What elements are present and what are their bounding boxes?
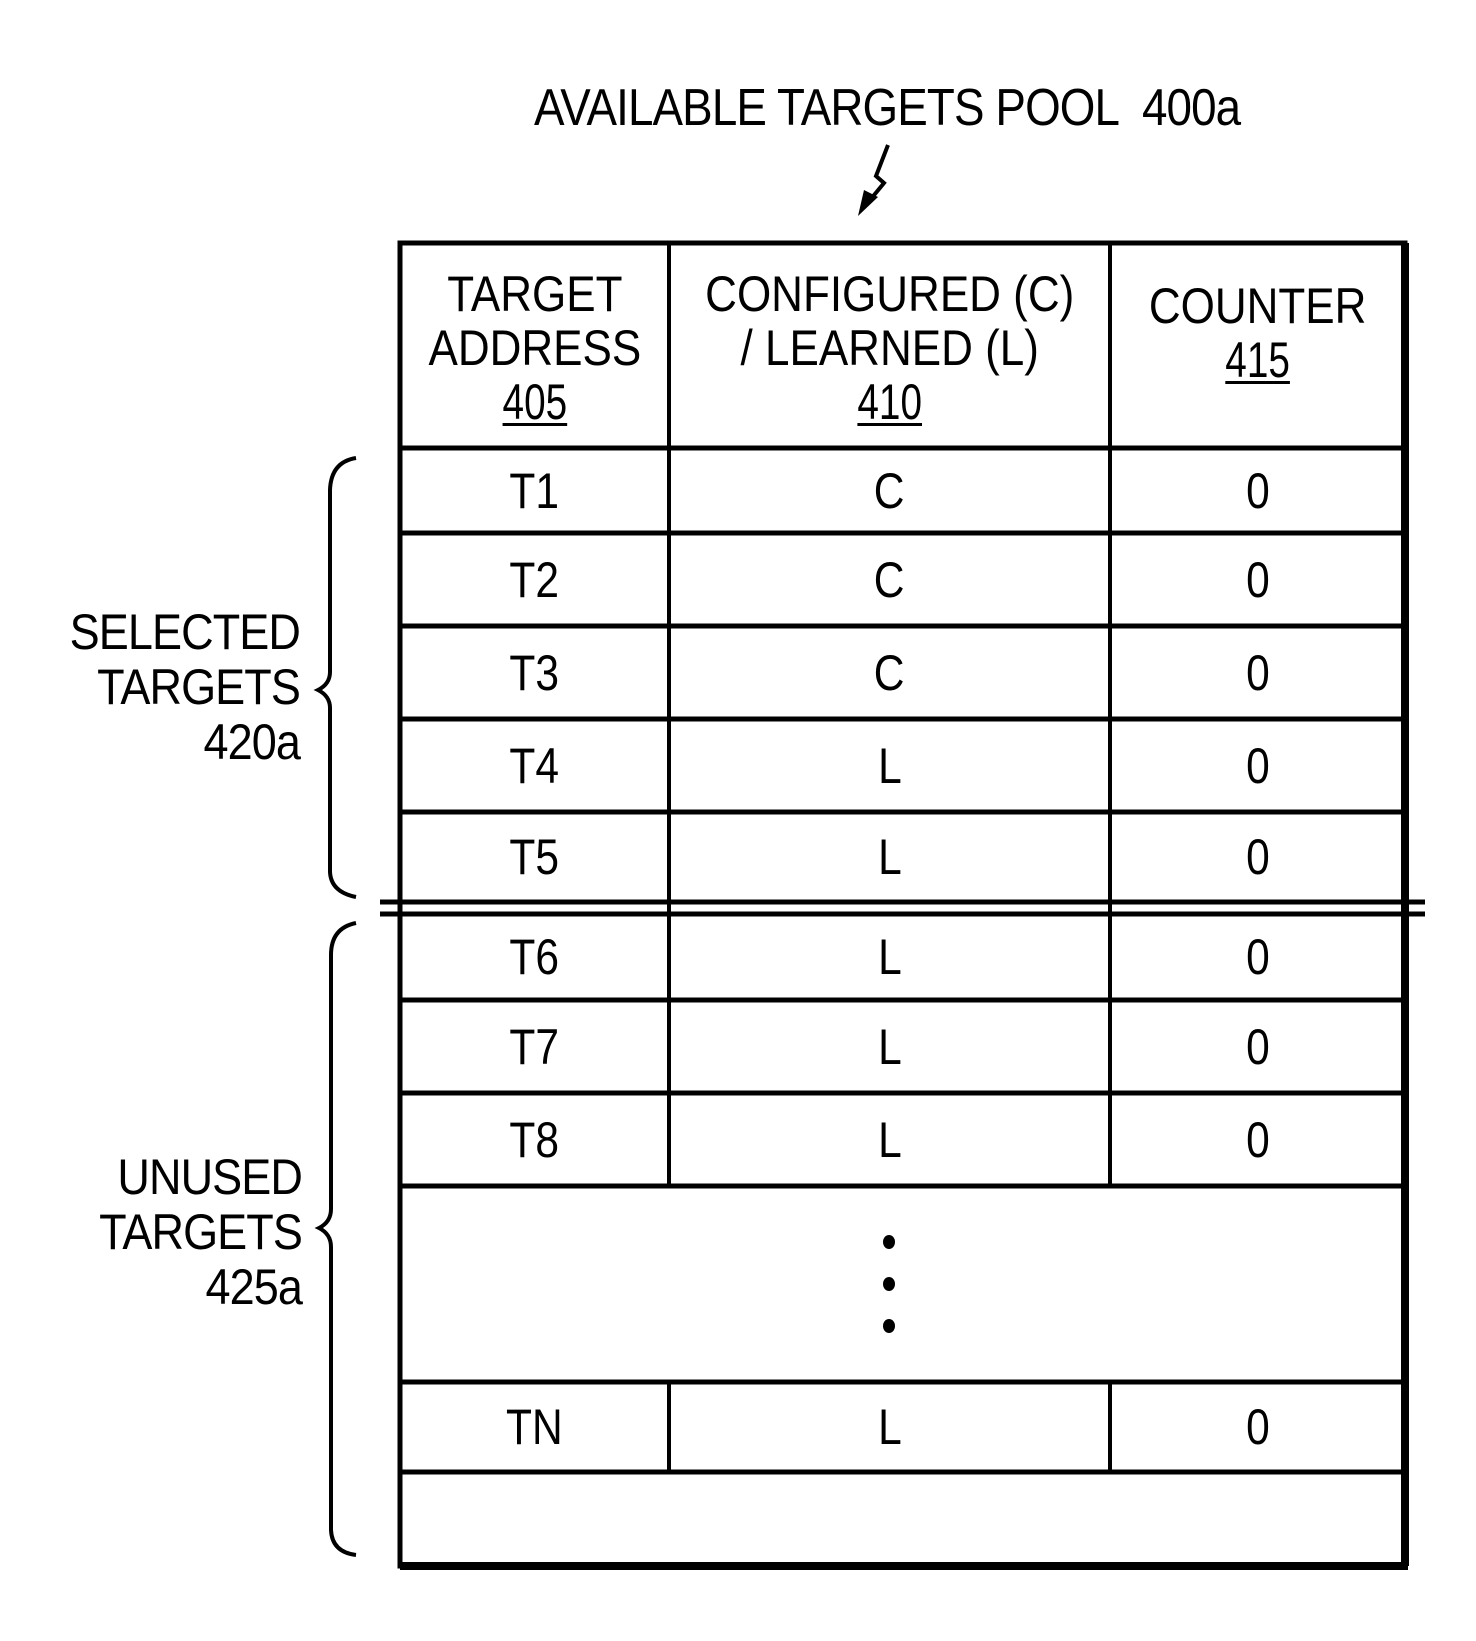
cell-counter: 0 [1110,1382,1405,1472]
group-line: SELECTED [69,604,301,660]
ellipsis-dot [883,1319,895,1333]
header-line: ADDRESS [428,320,641,376]
cell-value: 0 [1245,644,1270,701]
header-line: CONFIGURED (C) [704,266,1075,322]
cell-value: 0 [1245,551,1270,608]
cell-type: L [669,1000,1110,1093]
selected-targets-label: SELECTED TARGETS 420a [10,604,301,770]
cell-type: L [669,719,1110,812]
cell-value: T8 [509,1111,560,1168]
cell-value: 0 [1245,737,1270,794]
cell-value: T6 [509,929,560,985]
header-line: TARGET [446,266,623,322]
unused-targets-label: UNUSED TARGETS 425a [12,1149,303,1315]
selected-targets-bracket [313,456,357,899]
cell-value: 0 [1245,462,1270,519]
header-ref: 410 [857,374,922,430]
lightning-arrow-icon [868,144,890,202]
group-ref: 420a [203,714,300,770]
cell-value: L [877,1018,902,1075]
cell-address: T7 [400,1000,669,1093]
cell-counter: 0 [1110,448,1405,533]
cell-value: T3 [509,644,560,701]
cell-address: T3 [400,626,669,719]
header-target-address: TARGET ADDRESS 405 [400,248,669,448]
cell-value: L [877,1399,902,1455]
cell-counter: 0 [1110,1000,1405,1093]
ellipsis-dot [883,1277,895,1291]
cell-value: T4 [509,737,560,794]
cell-counter: 0 [1110,812,1405,902]
header-line: / LEARNED (L) [740,320,1039,376]
group-ref: 425a [205,1259,302,1315]
cell-value: C [874,644,905,701]
group-line: UNUSED [117,1149,303,1205]
cell-value: L [877,1111,902,1168]
cell-type: L [669,1382,1110,1472]
cell-value: L [877,929,902,985]
cell-value: 0 [1245,1111,1270,1168]
cell-value: T1 [509,462,560,519]
cell-address: T2 [400,533,669,626]
cell-counter: 0 [1110,1093,1405,1186]
header-counter: COUNTER 415 [1110,248,1405,418]
cell-counter: 0 [1110,533,1405,626]
cell-value: 0 [1245,1018,1270,1075]
cell-address: T4 [400,719,669,812]
cell-value: C [874,551,905,608]
cell-value: L [877,737,902,794]
cell-value: 0 [1245,829,1270,885]
unused-targets-bracket [314,921,357,1557]
cell-address: T8 [400,1093,669,1186]
cell-type: C [669,626,1110,719]
cell-type: L [669,1093,1110,1186]
cell-address: T5 [400,812,669,902]
ellipsis-dot [883,1235,895,1249]
cell-value: T5 [509,829,560,885]
cell-address: TN [400,1382,669,1472]
cell-counter: 0 [1110,914,1405,1000]
cell-type: C [669,448,1110,533]
header-line: COUNTER [1148,278,1367,334]
cell-type: C [669,533,1110,626]
header-ref: 415 [1225,332,1290,388]
cell-value: L [877,829,902,885]
cell-address: T6 [400,914,669,1000]
cell-value: T2 [509,551,560,608]
cell-value: 0 [1245,1399,1270,1455]
cell-value: T7 [509,1018,560,1075]
header-ref: 405 [502,374,567,430]
cell-value: C [874,462,905,519]
cell-type: L [669,812,1110,902]
header-configured-learned: CONFIGURED (C) / LEARNED (L) 410 [669,248,1110,448]
cell-counter: 0 [1110,719,1405,812]
cell-type: L [669,914,1110,1000]
cell-value: TN [506,1399,563,1455]
cell-counter: 0 [1110,626,1405,719]
cell-value: 0 [1245,929,1270,985]
cell-address: T1 [400,448,669,533]
group-line: TARGETS [97,659,301,715]
group-line: TARGETS [99,1204,303,1260]
